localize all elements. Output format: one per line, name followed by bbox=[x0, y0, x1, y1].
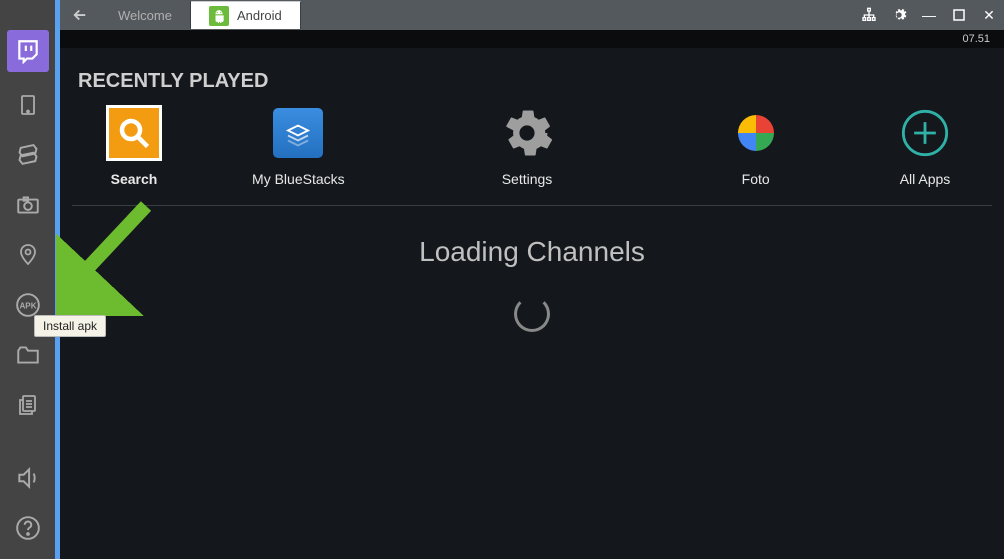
maximize-button[interactable] bbox=[944, 0, 974, 30]
app-label: Foto bbox=[742, 171, 770, 187]
settings-icon[interactable] bbox=[884, 0, 914, 30]
app-sidebar: APK bbox=[0, 0, 55, 559]
plus-circle-icon bbox=[897, 105, 953, 161]
app-label: Search bbox=[111, 171, 158, 187]
svg-text:APK: APK bbox=[19, 301, 36, 310]
tab-label: Welcome bbox=[118, 8, 172, 23]
app-settings[interactable]: Settings bbox=[413, 105, 642, 187]
clock-time: 07.51 bbox=[962, 33, 990, 45]
location-icon[interactable] bbox=[9, 236, 47, 274]
main-area: Welcome Android — ✕ bbox=[60, 0, 1004, 559]
install-apk-tooltip: Install apk bbox=[34, 315, 106, 337]
loading-spinner-icon bbox=[514, 296, 550, 332]
search-icon bbox=[106, 105, 162, 161]
twitch-icon[interactable] bbox=[7, 30, 49, 72]
status-bar: 07.51 bbox=[60, 30, 1004, 48]
close-button[interactable]: ✕ bbox=[974, 0, 1004, 30]
recently-played-row: Search My BlueStacks Settings bbox=[72, 105, 992, 206]
photos-icon bbox=[728, 105, 784, 161]
tab-label: Android bbox=[237, 8, 282, 23]
volume-icon[interactable] bbox=[9, 459, 47, 497]
rotate-icon[interactable] bbox=[9, 136, 47, 174]
app-all-apps[interactable]: All Apps bbox=[870, 105, 980, 187]
back-button[interactable] bbox=[60, 0, 100, 30]
network-icon[interactable] bbox=[854, 0, 884, 30]
app-search[interactable]: Search bbox=[84, 105, 184, 187]
app-label: Settings bbox=[502, 171, 553, 187]
loading-area: Loading Channels bbox=[60, 206, 1004, 559]
bluestacks-icon bbox=[273, 108, 323, 158]
tab-android[interactable]: Android bbox=[191, 1, 301, 29]
app-label: My BlueStacks bbox=[252, 171, 345, 187]
app-foto[interactable]: Foto bbox=[641, 105, 870, 187]
copy-icon[interactable] bbox=[9, 386, 47, 424]
gear-icon bbox=[499, 105, 555, 161]
phone-icon[interactable] bbox=[9, 86, 47, 124]
section-title: RECENTLY PLAYED bbox=[60, 48, 1004, 105]
folder-icon[interactable] bbox=[9, 336, 47, 374]
minimize-button[interactable]: — bbox=[914, 0, 944, 30]
camera-icon[interactable] bbox=[9, 186, 47, 224]
android-icon bbox=[209, 6, 229, 26]
tab-welcome[interactable]: Welcome bbox=[100, 1, 191, 29]
help-icon[interactable] bbox=[9, 509, 47, 547]
app-bluestacks[interactable]: My BlueStacks bbox=[184, 105, 413, 187]
loading-text: Loading Channels bbox=[419, 236, 645, 268]
app-label: All Apps bbox=[900, 171, 951, 187]
titlebar: Welcome Android — ✕ bbox=[60, 0, 1004, 30]
